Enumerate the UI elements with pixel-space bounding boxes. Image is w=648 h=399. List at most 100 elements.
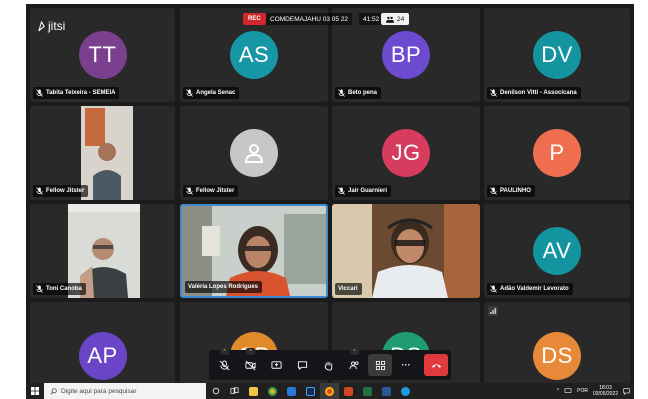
input-language[interactable]: POR — [577, 388, 588, 394]
raise-hand-button[interactable] — [316, 354, 340, 376]
taskbar-app-chrome[interactable] — [263, 383, 282, 399]
taskbar-search-box[interactable]: Digite aqui para pesquisar — [44, 383, 206, 399]
system-tray: ^ POR 18:03 03/05/2022 — [557, 383, 630, 399]
mic-muted-icon — [490, 89, 497, 97]
participant-name-tag: Fellow Jitster — [183, 185, 239, 197]
task-view-icon — [212, 387, 219, 395]
participant-name-tag: Adão Valdemir Levorato — [487, 283, 573, 295]
more-options-button[interactable]: ··· — [394, 354, 418, 376]
mic-muted-icon — [186, 89, 193, 97]
participants-button[interactable]: ^ — [342, 348, 366, 376]
meeting-timer: 41:52 — [359, 13, 384, 25]
share-screen-button[interactable] — [264, 354, 288, 376]
share-screen-icon — [270, 360, 282, 369]
audio-options-caret[interactable]: ^ — [220, 348, 229, 355]
toggle-mic-button[interactable]: ^ — [212, 348, 236, 376]
participant-tile[interactable]: Viccari — [332, 204, 480, 298]
avatar: BP — [382, 31, 430, 79]
avatar: P — [533, 129, 581, 177]
tile-view-button[interactable] — [368, 354, 392, 376]
participant-tile[interactable]: AV Adão Valdemir Levorato — [484, 204, 630, 298]
participant-name: Adão Valdemir Levorato — [500, 286, 569, 292]
meeting-toolbar: ^ ^ ^ ··· — [209, 348, 451, 380]
participant-tile[interactable]: P PAULINHO — [484, 106, 630, 200]
taskbar-app-store[interactable] — [282, 383, 301, 399]
taskbar-app-chrome-active[interactable] — [320, 383, 339, 399]
participant-count[interactable]: 24 — [381, 13, 410, 25]
jitsi-logo-text: jitsi — [48, 19, 66, 33]
start-button[interactable] — [26, 383, 44, 399]
participant-name-tag: Tabita Teixeira - SEMEIA — [33, 87, 120, 99]
mic-muted-icon — [338, 89, 345, 97]
taskbar-app-photoshop[interactable] — [301, 383, 320, 399]
participant-name: Denilson Vitti - Associcana — [500, 90, 577, 96]
word-icon — [382, 386, 391, 396]
excel-icon — [363, 386, 372, 396]
chrome-icon — [268, 386, 277, 396]
hangup-icon — [431, 363, 441, 368]
taskbar-app-explorer[interactable] — [244, 383, 263, 399]
taskbar-clock[interactable]: 18:03 03/05/2022 — [593, 385, 618, 397]
chat-icon — [297, 360, 307, 370]
mic-muted-icon — [338, 187, 345, 195]
mic-muted-icon — [490, 285, 497, 293]
participant-name: Angela Senac — [196, 90, 236, 96]
active-speaker-tile[interactable]: Valéria Lopes Rodrigues — [180, 204, 328, 298]
mic-muted-icon — [36, 187, 43, 195]
multitask-icon — [230, 387, 239, 394]
hangup-button[interactable] — [424, 354, 448, 376]
mic-muted-icon — [36, 285, 43, 293]
photoshop-icon — [306, 386, 315, 396]
more-options-icon: ··· — [401, 360, 411, 370]
participant-tile[interactable]: AP — [30, 302, 175, 396]
powerpoint-icon — [344, 386, 353, 396]
tile-view-icon — [375, 360, 385, 370]
participant-tile[interactable]: DV Denilson Vitti - Associcana — [484, 8, 630, 102]
participant-name: Viccari — [338, 286, 358, 292]
participant-tile[interactable]: Toni Canoba — [30, 204, 175, 298]
windows-logo-icon — [31, 387, 39, 395]
participants-options-caret[interactable]: ^ — [350, 348, 359, 355]
tray-overflow-icon[interactable]: ^ — [557, 388, 559, 394]
user-icon — [244, 144, 264, 163]
participant-name: Fellow Jitster — [46, 188, 85, 194]
participant-count-value: 24 — [397, 15, 405, 23]
participant-name: Tabita Teixeira - SEMEIA — [46, 90, 116, 96]
mic-muted-icon — [219, 359, 229, 370]
avatar: JG — [382, 129, 430, 177]
taskbar-app-powerpoint[interactable] — [339, 383, 358, 399]
store-icon — [287, 386, 296, 396]
video-options-caret[interactable]: ^ — [246, 348, 255, 355]
file-explorer-icon — [249, 386, 258, 396]
participant-name-tag: Denilson Vitti - Associcana — [487, 87, 581, 99]
raise-hand-icon — [324, 361, 332, 371]
participant-name-tag: Fellow Jitster — [33, 185, 89, 197]
participant-name: Jair Guarnieri — [348, 188, 388, 194]
participant-name-tag: Jair Guarnieri — [335, 185, 392, 197]
avatar: AV — [533, 227, 581, 275]
taskbar-app-word[interactable] — [377, 383, 396, 399]
jitsi-logo-icon — [38, 20, 45, 31]
toggle-camera-button[interactable]: ^ — [238, 348, 262, 376]
people-icon — [386, 16, 394, 23]
avatar: TT — [78, 31, 127, 79]
participant-tile[interactable]: JG Jair Guarnieri — [332, 106, 480, 200]
participant-name: Fellow Jitster — [196, 188, 235, 194]
avatar: DS — [533, 332, 581, 380]
task-view-button[interactable] — [206, 383, 225, 399]
camera-off-icon — [244, 360, 256, 370]
signal-bars-icon[interactable] — [488, 306, 498, 316]
mic-muted-icon — [36, 89, 43, 97]
jitsi-logo: jitsi — [37, 19, 65, 33]
participant-tile[interactable]: Fellow Jitster — [180, 106, 328, 200]
participant-tile[interactable]: DS — [484, 302, 630, 396]
chrome-icon — [325, 386, 334, 396]
chat-button[interactable] — [290, 354, 314, 376]
taskbar-app-multitask[interactable] — [225, 383, 244, 399]
network-icon[interactable] — [564, 388, 572, 394]
participant-name-tag: Toni Canoba — [33, 283, 86, 295]
notifications-icon[interactable] — [623, 387, 630, 395]
participant-tile[interactable]: Fellow Jitster — [30, 106, 175, 200]
taskbar-app-excel[interactable] — [358, 383, 377, 399]
taskbar-app-edge[interactable] — [396, 383, 415, 399]
